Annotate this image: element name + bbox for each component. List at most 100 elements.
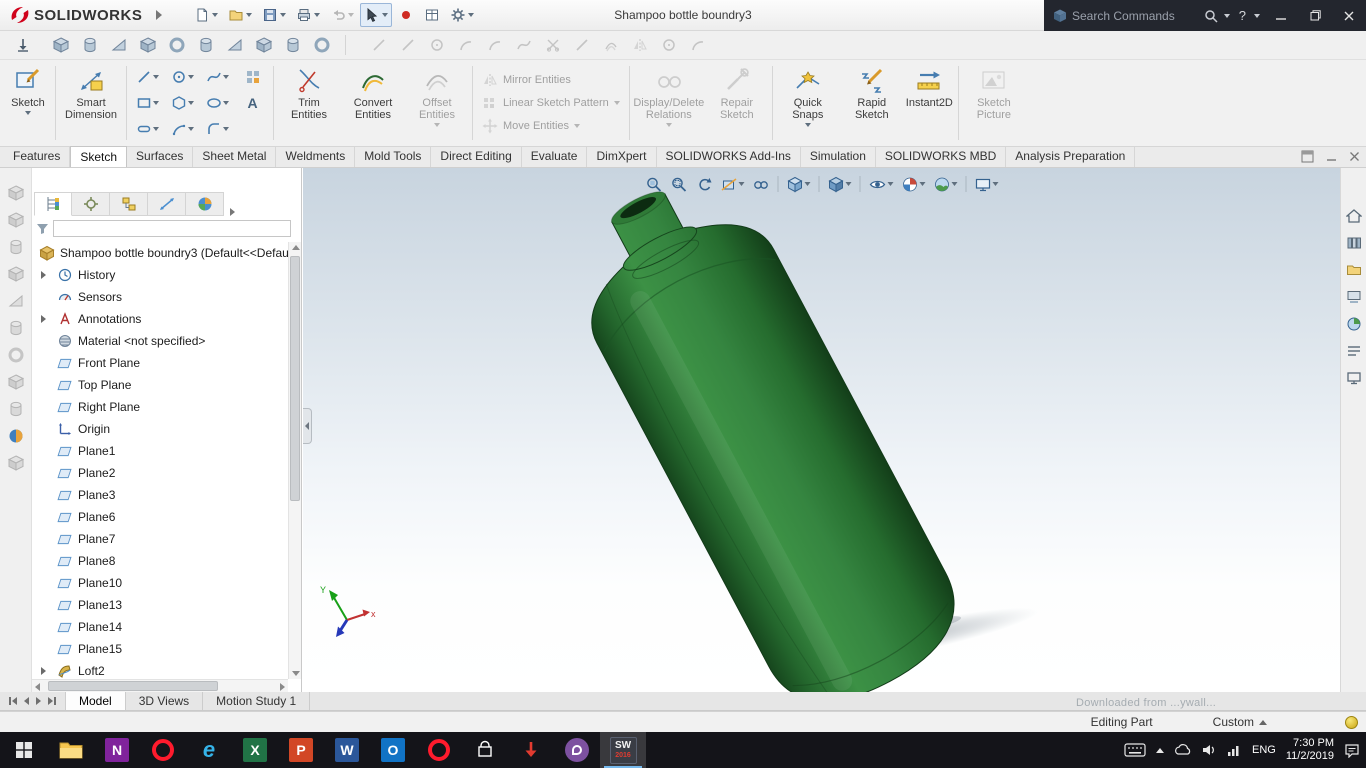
dropdown-caret-icon[interactable]: [434, 123, 440, 127]
zoom-to-area-button[interactable]: [667, 173, 690, 195]
tree-item[interactable]: Plane2: [32, 462, 288, 484]
view-orientation-button[interactable]: [783, 173, 813, 195]
tab-weldments[interactable]: Weldments: [276, 146, 356, 167]
panel-collapse-handle[interactable]: [303, 408, 312, 444]
quick-snaps-button[interactable]: Quick Snaps: [776, 60, 840, 146]
dropdown-caret-icon[interactable]: [951, 182, 957, 186]
tree-item[interactable]: Top Plane: [32, 374, 288, 396]
sidebar-tool-icon[interactable]: [7, 238, 25, 256]
tree-item[interactable]: Front Plane: [32, 352, 288, 374]
dropdown-caret-icon[interactable]: [613, 101, 620, 105]
instant2d-button[interactable]: Instant2D: [904, 60, 955, 146]
file-explorer-icon[interactable]: [1343, 260, 1365, 280]
dropdown-caret-icon[interactable]: [919, 182, 925, 186]
settings-gear-button[interactable]: [446, 3, 478, 27]
dropdown-caret-icon[interactable]: [665, 123, 672, 127]
tree-item[interactable]: Plane14: [32, 616, 288, 638]
sketch-tool-icon[interactable]: [511, 33, 537, 57]
close-pane-icon[interactable]: [1349, 151, 1360, 162]
tree-item[interactable]: Sensors: [32, 286, 288, 308]
search-scope-icon[interactable]: [1052, 8, 1068, 24]
undock-ribbon-icon[interactable]: [1301, 150, 1314, 163]
dropdown-caret-icon[interactable]: [992, 182, 998, 186]
feature-tool-icon[interactable]: [280, 33, 306, 57]
tab-direct-editing[interactable]: Direct Editing: [431, 146, 522, 167]
tab-sheet-metal[interactable]: Sheet Metal: [193, 146, 277, 167]
dropdown-caret-icon[interactable]: [887, 182, 893, 186]
tree-filter-input[interactable]: [53, 220, 291, 237]
tray-overflow-icon[interactable]: [1156, 747, 1165, 753]
sketch-tool-icon[interactable]: [656, 33, 682, 57]
polygon-tool-button[interactable]: [165, 90, 200, 116]
propertymanager-tab[interactable]: [72, 192, 110, 216]
help-button[interactable]: ?: [1235, 8, 1250, 23]
dimxpertmanager-tab[interactable]: [148, 192, 186, 216]
tree-item[interactable]: Right Plane: [32, 396, 288, 418]
search-input[interactable]: [1068, 8, 1203, 23]
restore-button[interactable]: [1298, 0, 1332, 31]
feature-tool-icon[interactable]: [164, 33, 190, 57]
scroll-left-icon[interactable]: [35, 683, 40, 691]
zoom-to-fit-button[interactable]: [642, 173, 665, 195]
tree-vertical-scrollbar[interactable]: [288, 242, 301, 679]
feature-tool-icon[interactable]: [135, 33, 161, 57]
sidebar-tool-icon[interactable]: [7, 427, 25, 445]
rectangle-tool-button[interactable]: [130, 90, 165, 116]
feature-tool-icon[interactable]: [77, 33, 103, 57]
displaymanager-tab[interactable]: [186, 192, 224, 216]
taskbar-internet-explorer[interactable]: e: [186, 732, 232, 768]
rapid-sketch-button[interactable]: Rapid Sketch: [840, 60, 904, 146]
sketch-tool-icon[interactable]: [598, 33, 624, 57]
tree-item[interactable]: Material <not specified>: [32, 330, 288, 352]
sketch-pattern-button[interactable]: [235, 64, 270, 90]
taskbar-viber[interactable]: [554, 732, 600, 768]
close-button[interactable]: [1332, 0, 1366, 31]
previous-tab-icon[interactable]: [24, 697, 29, 705]
search-dropdown-caret-icon[interactable]: [1223, 13, 1230, 18]
feature-tool-icon[interactable]: [309, 33, 335, 57]
dropdown-caret-icon[interactable]: [804, 182, 810, 186]
hide-show-items-button[interactable]: [865, 173, 896, 195]
sketch-tool-icon[interactable]: [395, 33, 421, 57]
tab-dimxpert[interactable]: DimXpert: [587, 146, 657, 167]
tree-item[interactable]: Plane1: [32, 440, 288, 462]
configurationmanager-tab[interactable]: [110, 192, 148, 216]
unit-system-selector[interactable]: Custom: [1213, 715, 1267, 729]
tab-sketch[interactable]: Sketch: [70, 146, 128, 167]
tree-horizontal-scrollbar[interactable]: [32, 679, 288, 692]
action-center-icon[interactable]: [1344, 743, 1360, 758]
ellipse-tool-button[interactable]: [200, 90, 235, 116]
dropdown-caret-icon[interactable]: [574, 124, 581, 128]
minimize-button[interactable]: [1264, 0, 1298, 31]
volume-icon[interactable]: [1202, 743, 1217, 757]
expand-arrow-icon[interactable]: [41, 315, 46, 323]
repair-sketch-button[interactable]: Repair Sketch: [705, 60, 769, 146]
tree-item[interactable]: Plane6: [32, 506, 288, 528]
tab-analysis-preparation[interactable]: Analysis Preparation: [1006, 146, 1136, 167]
shampoo-bottle-model[interactable]: Y x: [303, 168, 1340, 692]
feature-tool-icon[interactable]: [222, 33, 248, 57]
sketch-picture-button[interactable]: Sketch Picture: [962, 60, 1026, 146]
detach-arrow-icon[interactable]: [10, 33, 36, 57]
previous-view-button[interactable]: [692, 173, 715, 195]
touch-keyboard-icon[interactable]: [1124, 743, 1146, 757]
sketch-tool-icon[interactable]: [627, 33, 653, 57]
3d-views-tab[interactable]: 3D Views: [126, 692, 204, 710]
display-delete-relations-button[interactable]: Display/Delete Relations: [633, 60, 705, 146]
feature-tool-icon[interactable]: [106, 33, 132, 57]
offset-entities-button[interactable]: Offset Entities: [405, 60, 469, 146]
trim-entities-button[interactable]: Trim Entities: [277, 60, 341, 146]
tree-item[interactable]: Annotations: [32, 308, 288, 330]
exit-sketch-button[interactable]: Sketch: [4, 60, 52, 146]
next-tab-icon[interactable]: [36, 697, 41, 705]
sketch-tool-icon[interactable]: [424, 33, 450, 57]
tab-solidworks-mbd[interactable]: SOLIDWORKS MBD: [876, 146, 1007, 167]
mirror-entities-button[interactable]: Mirror Entities: [482, 71, 620, 89]
sketch-tool-icon[interactable]: [453, 33, 479, 57]
start-button[interactable]: [0, 732, 48, 768]
tree-item[interactable]: Origin: [32, 418, 288, 440]
graphics-viewport[interactable]: Y x: [303, 168, 1340, 692]
view-settings-button[interactable]: [971, 173, 1001, 195]
first-tab-icon[interactable]: [8, 697, 17, 705]
minimize-ribbon-icon[interactable]: [1326, 151, 1337, 162]
